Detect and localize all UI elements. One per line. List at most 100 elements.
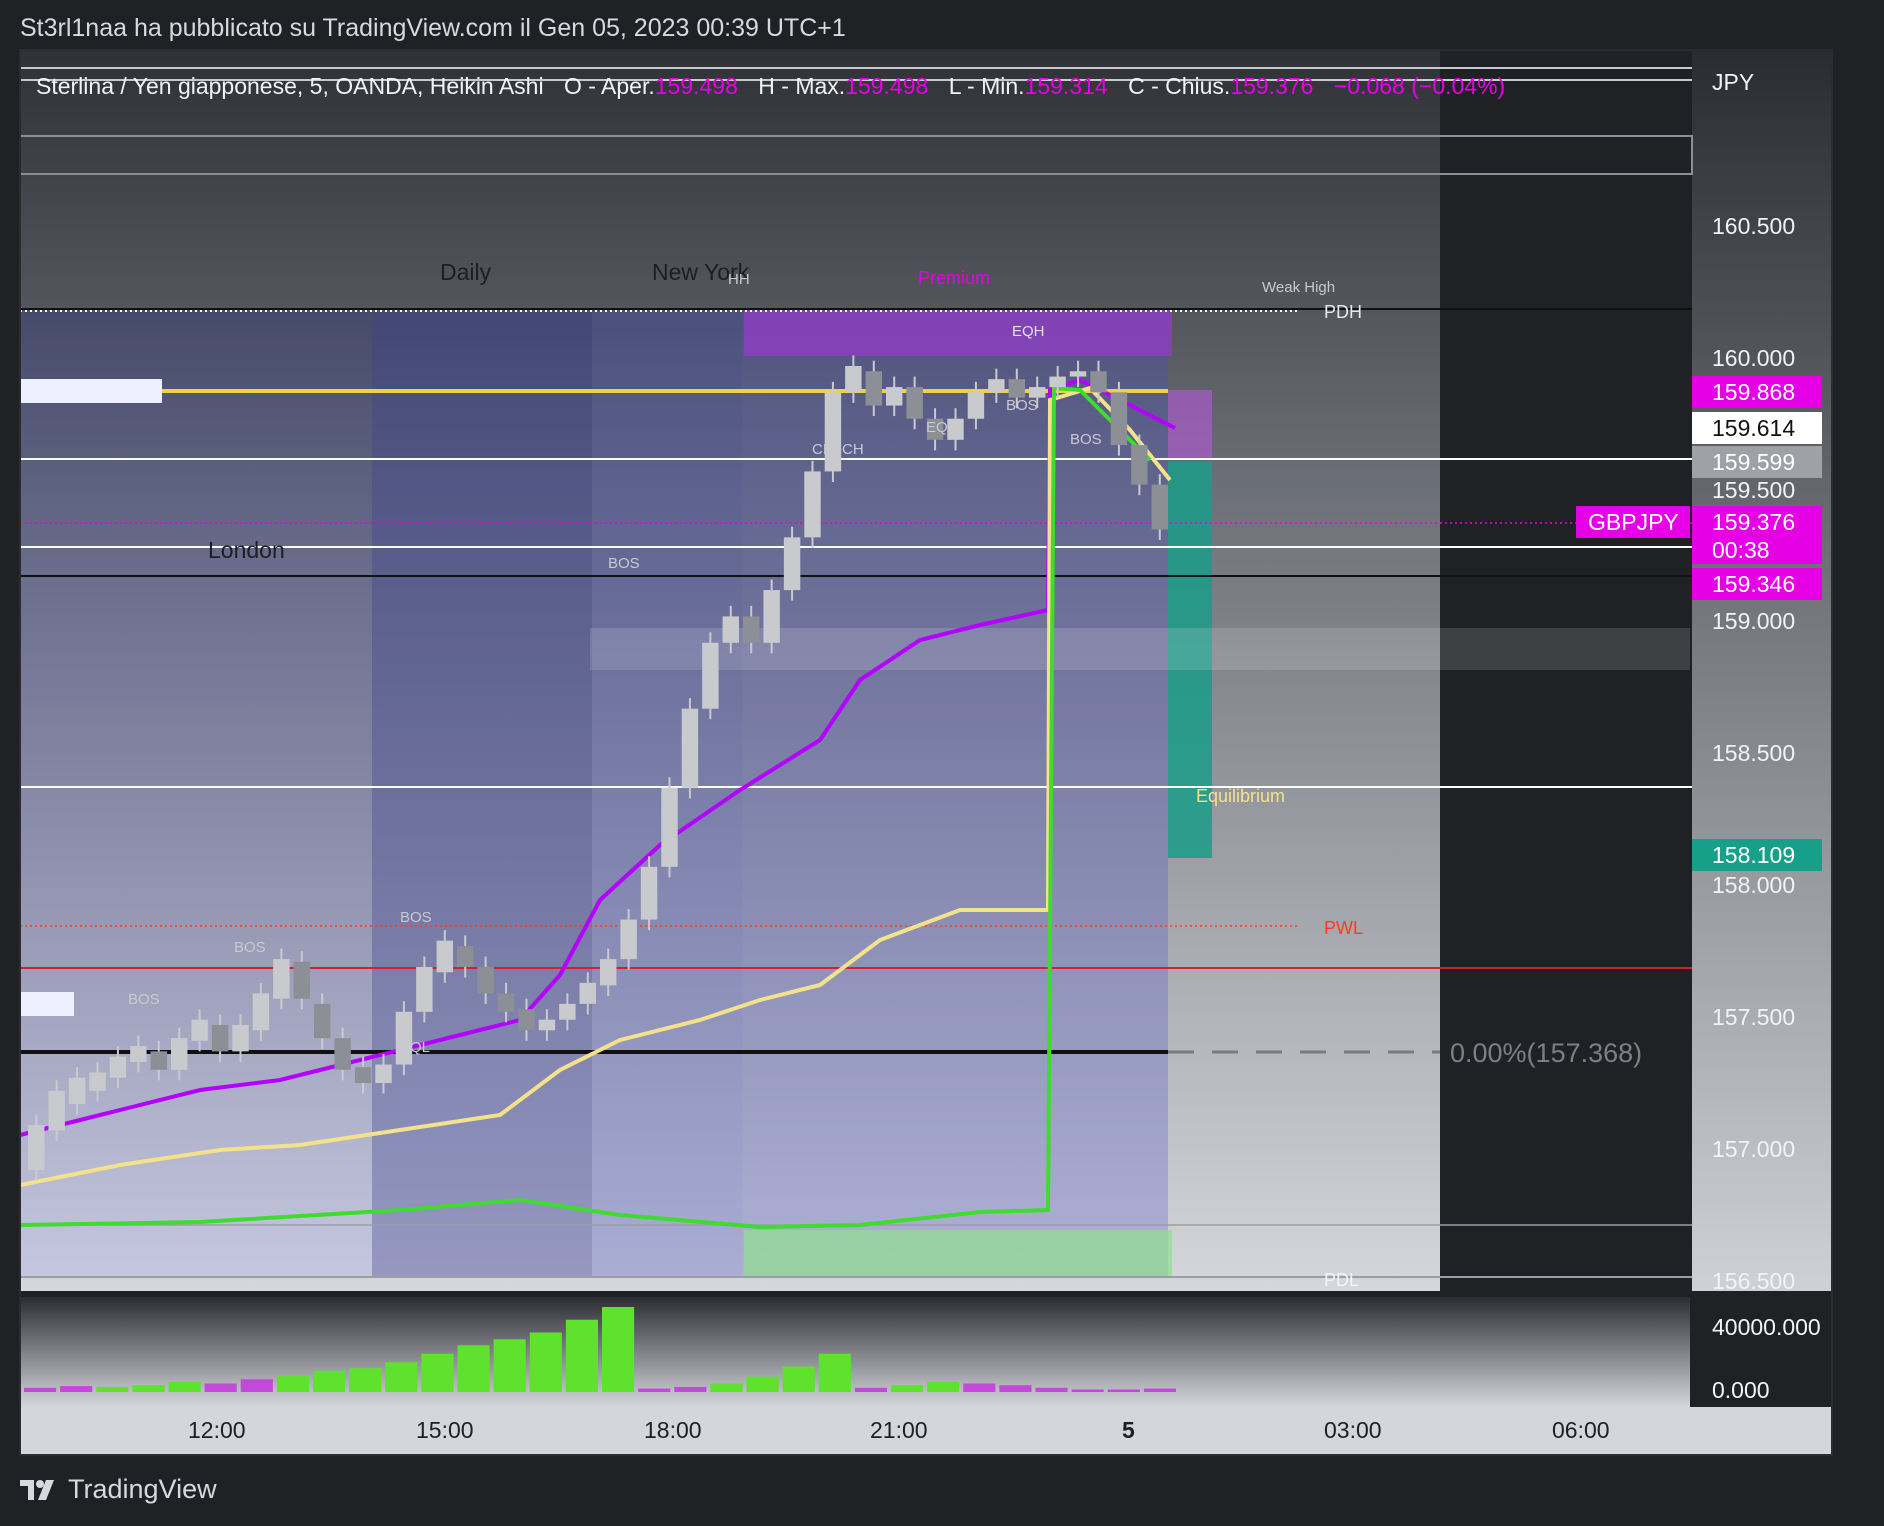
candle-body [171,1038,188,1070]
legend-close-value: 159.376 [1230,73,1313,99]
candle-body [130,1046,147,1062]
candle-body [579,982,596,1004]
y-tick: 158.500 [1712,740,1795,766]
premium-label: Premium [918,268,990,288]
structure-label-eql-2: EQL [926,419,956,436]
x-tick: 5 [1122,1417,1135,1443]
y-tick: 158.000 [1712,872,1795,898]
currency-label: JPY [1712,69,1754,95]
candle-body [1131,445,1148,485]
volume-bar [421,1353,454,1392]
weak-high-label: Weak High [1262,279,1335,296]
legend-low-label: L - Min. [949,73,1025,99]
legend-symbol-name: Sterlina / Yen giapponese, 5, OANDA, Hei… [36,73,544,99]
candle-body [211,1025,229,1052]
tradingview-logo-icon [20,1479,54,1500]
y-tick: 160.000 [1712,345,1795,371]
volume-bar [240,1379,273,1392]
legend-high-label: H - Max. [758,73,845,99]
candle-body [967,392,985,419]
pdh-label: PDH [1324,302,1362,322]
x-tick: 18:00 [644,1417,702,1443]
volume-bar [674,1386,707,1392]
candle-body [640,866,658,920]
candle-body [334,1038,351,1070]
price-tag-value: 159.614 [1712,415,1795,441]
volume-bar [276,1375,309,1392]
legend-open-value: 159.498 [655,73,738,99]
volume-bar [24,1387,57,1392]
x-tick: 12:00 [188,1417,246,1443]
candle-body [232,1025,249,1052]
y-tick: 157.000 [1712,1136,1795,1162]
candle-body [865,371,882,406]
y-tick: 159.500 [1712,477,1795,503]
candle-body [661,787,678,867]
structure-label-bos-4: BOS [608,555,640,572]
candle-body [702,642,719,709]
structure-label-bos-3: BOS [400,909,432,926]
brand-name: TradingView [68,1474,217,1504]
candle-body [457,945,474,968]
structure-label-eql-1: EQL [400,1039,430,1056]
volume-bar [818,1353,851,1392]
x-tick: 06:00 [1552,1417,1610,1443]
candle-body [354,1067,372,1083]
candle-body [518,1009,535,1031]
white-marker-1 [20,379,162,403]
tradingview-brand[interactable]: TradingView [20,1474,217,1505]
x-tick: 15:00 [416,1417,474,1443]
structure-label-hh: HH [728,271,750,288]
volume-bar [999,1385,1032,1392]
candle-body [743,616,760,643]
discount-zone [744,1230,1172,1276]
candle-body [68,1077,86,1105]
candle-body [783,537,801,591]
candle-body [48,1090,65,1131]
volume-bar [132,1385,165,1392]
premium-zone [744,310,1172,356]
volume-bar [746,1376,779,1392]
volume-bar [204,1383,237,1392]
volume-tick: 40000.000 [1712,1314,1821,1340]
candle-body [375,1064,392,1083]
candle-body [28,1125,45,1170]
candle-body [273,959,290,999]
candle-body [293,961,310,999]
candle-body [538,1019,556,1031]
asia-box [742,312,1168,1277]
volume-tick: 0.000 [1712,1377,1770,1403]
candle-body [436,940,453,973]
candle-body [600,959,617,986]
price-tag-value: 159.868 [1712,379,1795,405]
legend-close-label: C - Chius. [1128,73,1230,99]
white-marker-2 [20,992,74,1016]
volume-bar [963,1383,996,1392]
price-chart[interactable]: Daily London New York BOS BOS BOS EQL BO… [0,0,1884,1526]
candle-body [150,1051,167,1070]
candle-body [722,616,739,643]
pwl-label: PWL [1324,918,1363,938]
candle-body [109,1056,127,1078]
candle-body [252,993,270,1031]
y-tick: 160.500 [1712,213,1795,239]
volume-bar [782,1366,815,1392]
volume-bar [891,1385,924,1392]
volume-bar [493,1339,526,1392]
volume-bar [927,1381,960,1392]
volume-bar [1035,1387,1068,1392]
candle-body [845,366,862,393]
volume-bar [60,1386,93,1392]
candle-body [886,387,903,406]
price-tag-value: 159.346 [1712,571,1795,597]
volume-bar [313,1370,346,1392]
equilibrium-label: Equilibrium [1196,786,1285,806]
candle-body [191,1019,208,1041]
candle-body [988,379,1005,393]
candle-body [1069,371,1087,377]
structure-label-bos-1: BOS [128,991,160,1008]
volume-bar [385,1362,418,1392]
screenshot-root: St3rl1naa ha pubblicato su TradingView.c… [0,0,1884,1526]
candle-body [1110,392,1128,446]
pdl-label: PDL [1324,1270,1359,1290]
